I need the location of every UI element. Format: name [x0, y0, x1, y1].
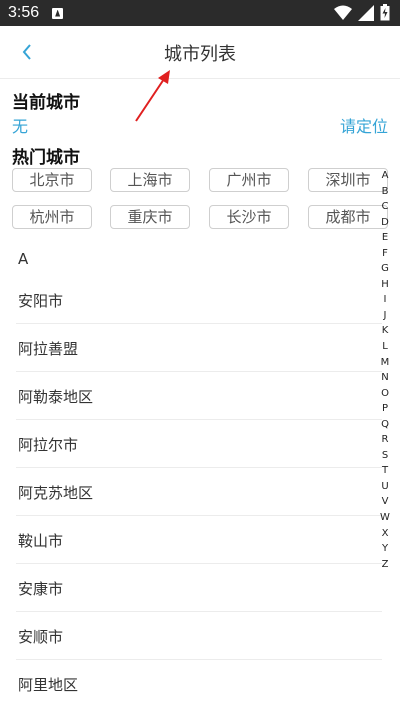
- city-name: 阿里地区: [18, 676, 79, 694]
- index-letter[interactable]: C: [378, 199, 392, 215]
- index-letter[interactable]: L: [378, 339, 392, 355]
- notification-icon: [52, 7, 64, 19]
- index-letter[interactable]: H: [378, 277, 392, 293]
- index-letter[interactable]: W: [378, 510, 392, 526]
- status-time: 3:56: [8, 4, 40, 21]
- hot-city-button[interactable]: 杭州市: [12, 205, 92, 229]
- status-bar: 3:56: [0, 0, 400, 26]
- city-name: 阿拉尔市: [18, 436, 79, 454]
- city-name: 阿克苏地区: [18, 484, 94, 502]
- index-letter[interactable]: N: [378, 370, 392, 386]
- index-letter[interactable]: A: [378, 168, 392, 184]
- hot-city-button[interactable]: 长沙市: [209, 205, 289, 229]
- signal-icon: [358, 4, 374, 21]
- index-letter[interactable]: E: [378, 230, 392, 246]
- index-letter[interactable]: T: [378, 463, 392, 479]
- page-title: 城市列表: [164, 44, 236, 65]
- index-letter[interactable]: G: [378, 261, 392, 277]
- index-letter[interactable]: P: [378, 401, 392, 417]
- index-letter[interactable]: Z: [378, 557, 392, 573]
- city-list-item[interactable]: 阿拉善盟: [16, 324, 382, 372]
- city-list-item[interactable]: 鞍山市: [16, 516, 382, 564]
- city-list-item[interactable]: 阿克苏地区: [16, 468, 382, 516]
- index-letter[interactable]: R: [378, 432, 392, 448]
- index-letter[interactable]: Q: [378, 417, 392, 433]
- city-list-item[interactable]: 阿拉尔市: [16, 420, 382, 468]
- app-header: 城市列表: [0, 26, 400, 79]
- index-letter[interactable]: J: [378, 308, 392, 324]
- index-letter[interactable]: F: [378, 246, 392, 262]
- city-name: 安顺市: [18, 628, 64, 646]
- index-letter[interactable]: V: [378, 494, 392, 510]
- status-icons: [334, 4, 390, 21]
- hot-city-button[interactable]: 北京市: [12, 168, 92, 192]
- city-name: 鞍山市: [18, 532, 64, 550]
- index-letter[interactable]: D: [378, 215, 392, 231]
- hot-city-button[interactable]: 广州市: [209, 168, 289, 192]
- index-letter[interactable]: S: [378, 448, 392, 464]
- index-letter[interactable]: K: [378, 323, 392, 339]
- city-list: 安阳市 阿拉善盟 阿勒泰地区 阿拉尔市 阿克苏地区 鞍山市 安康市 安顺市 阿里…: [0, 276, 382, 708]
- index-letter[interactable]: I: [378, 292, 392, 308]
- index-letter[interactable]: M: [378, 355, 392, 371]
- index-letter[interactable]: B: [378, 184, 392, 200]
- index-letter[interactable]: O: [378, 386, 392, 402]
- index-letter[interactable]: U: [378, 479, 392, 495]
- battery-icon: [380, 4, 390, 21]
- city-name: 安阳市: [18, 292, 64, 310]
- hot-cities-heading: 热门城市: [12, 148, 80, 168]
- city-name: 阿勒泰地区: [18, 388, 94, 406]
- city-list-item[interactable]: 安康市: [16, 564, 382, 612]
- alphabet-index[interactable]: ABCDEFGHIJKLMNOPQRSTUVWXYZ: [378, 168, 392, 572]
- hot-city-button[interactable]: 上海市: [110, 168, 190, 192]
- city-list-item[interactable]: 阿勒泰地区: [16, 372, 382, 420]
- locate-button[interactable]: 请定位: [340, 113, 388, 137]
- index-letter[interactable]: X: [378, 526, 392, 542]
- city-name: 阿拉善盟: [18, 340, 79, 358]
- hot-city-button[interactable]: 重庆市: [110, 205, 190, 229]
- wifi-icon: [334, 5, 352, 20]
- annotation-arrow-icon: [135, 70, 170, 122]
- city-list-item[interactable]: 阿里地区: [16, 660, 382, 708]
- hot-city-button[interactable]: 成都市: [308, 205, 388, 229]
- current-city-value: 无: [12, 117, 29, 136]
- current-city-heading: 当前城市: [12, 93, 80, 113]
- city-name: 安康市: [18, 580, 64, 598]
- city-list-item[interactable]: 安阳市: [16, 276, 382, 324]
- hot-city-button[interactable]: 深圳市: [308, 168, 388, 192]
- index-letter[interactable]: Y: [378, 541, 392, 557]
- letter-section-heading: A: [18, 250, 29, 268]
- city-list-item[interactable]: 安顺市: [16, 612, 382, 660]
